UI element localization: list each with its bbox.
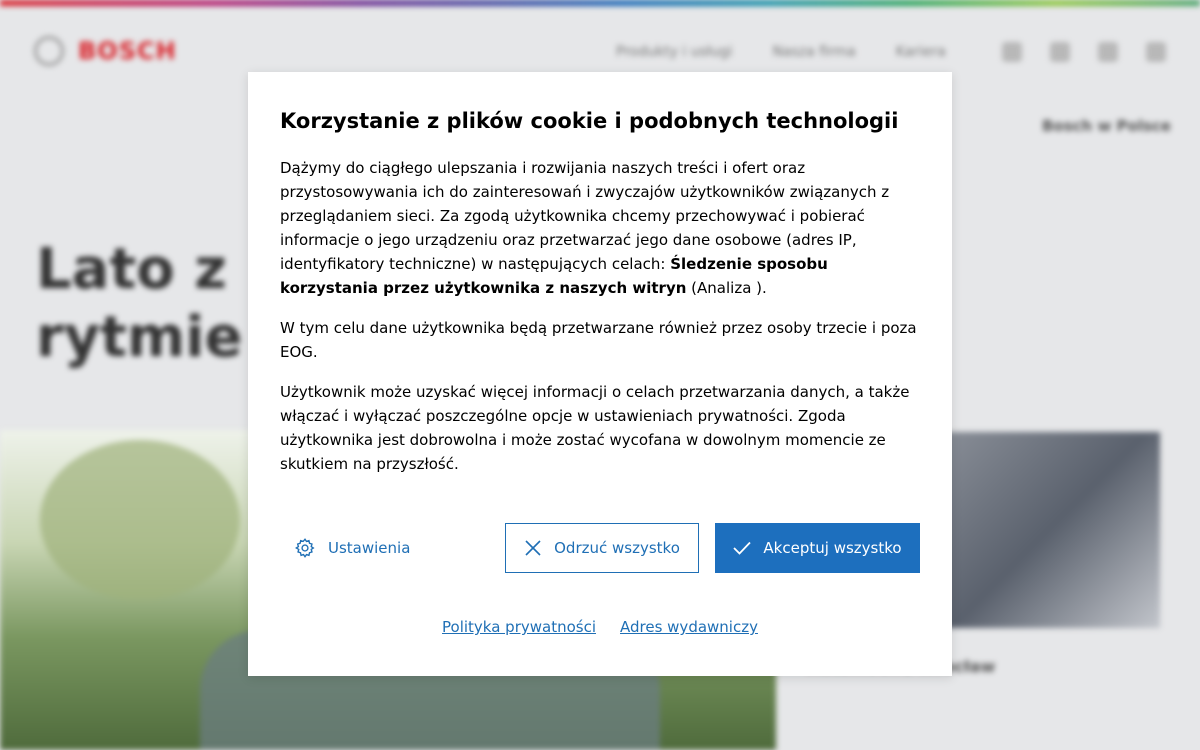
teaser-image xyxy=(940,432,1160,628)
gear-icon xyxy=(294,537,316,559)
accept-all-label: Akceptuj wszystko xyxy=(763,539,902,557)
consent-paragraph-1: Dążymy do ciągłego ulepszania i rozwijan… xyxy=(280,156,920,300)
settings-label: Ustawienia xyxy=(328,539,411,557)
top-navigation: Produkty i usługi Nasza firma Kariera xyxy=(616,44,946,60)
settings-button[interactable]: Ustawienia xyxy=(294,523,410,573)
tree-shape xyxy=(40,440,240,600)
bosch-logo[interactable]: BOSCH xyxy=(34,36,177,66)
reject-all-button[interactable]: Odrzuć wszystko xyxy=(505,523,699,573)
checkmark-icon xyxy=(733,541,752,555)
hero-title-line-2: rytmie xyxy=(36,305,243,370)
close-icon xyxy=(524,539,542,557)
region-label[interactable]: Bosch w Polsce xyxy=(1042,117,1171,135)
logo-mark-icon xyxy=(34,36,64,66)
accept-all-button[interactable]: Akceptuj wszystko xyxy=(715,523,920,573)
hero-title: Lato z rytmie xyxy=(36,236,242,372)
imprint-link[interactable]: Adres wydawniczy xyxy=(620,618,758,636)
header-icons xyxy=(1002,42,1166,62)
consent-paragraph-3: Użytkownik może uzyskać więcej informacj… xyxy=(280,383,910,473)
cookie-consent-dialog: Korzystanie z plików cookie i podobnych … xyxy=(248,72,952,676)
privacy-policy-link[interactable]: Polityka prywatności xyxy=(442,618,596,636)
logo-text: BOSCH xyxy=(78,37,177,65)
nav-item-career[interactable]: Kariera xyxy=(896,44,946,60)
menu-icon[interactable] xyxy=(1146,42,1166,62)
search-icon[interactable] xyxy=(1050,42,1070,62)
consent-paragraph-1-tail: (Analiza ). xyxy=(686,279,767,297)
mail-icon[interactable] xyxy=(1002,42,1022,62)
reject-all-label: Odrzuć wszystko xyxy=(554,539,680,557)
dialog-footer-links: Polityka prywatności Adres wydawniczy xyxy=(248,618,952,636)
nav-item-company[interactable]: Nasza firma xyxy=(772,44,855,60)
hero-title-line-1: Lato z xyxy=(36,237,227,302)
dialog-actions: Ustawienia Odrzuć wszystko Akceptuj wszy… xyxy=(280,523,920,573)
globe-icon[interactable] xyxy=(1098,42,1118,62)
dialog-title: Korzystanie z plików cookie i podobnych … xyxy=(280,109,899,133)
nav-item-products[interactable]: Produkty i usługi xyxy=(616,44,732,60)
brand-color-bar xyxy=(0,0,1200,6)
consent-paragraph-2: W tym celu dane użytkownika będą przetwa… xyxy=(280,319,917,361)
